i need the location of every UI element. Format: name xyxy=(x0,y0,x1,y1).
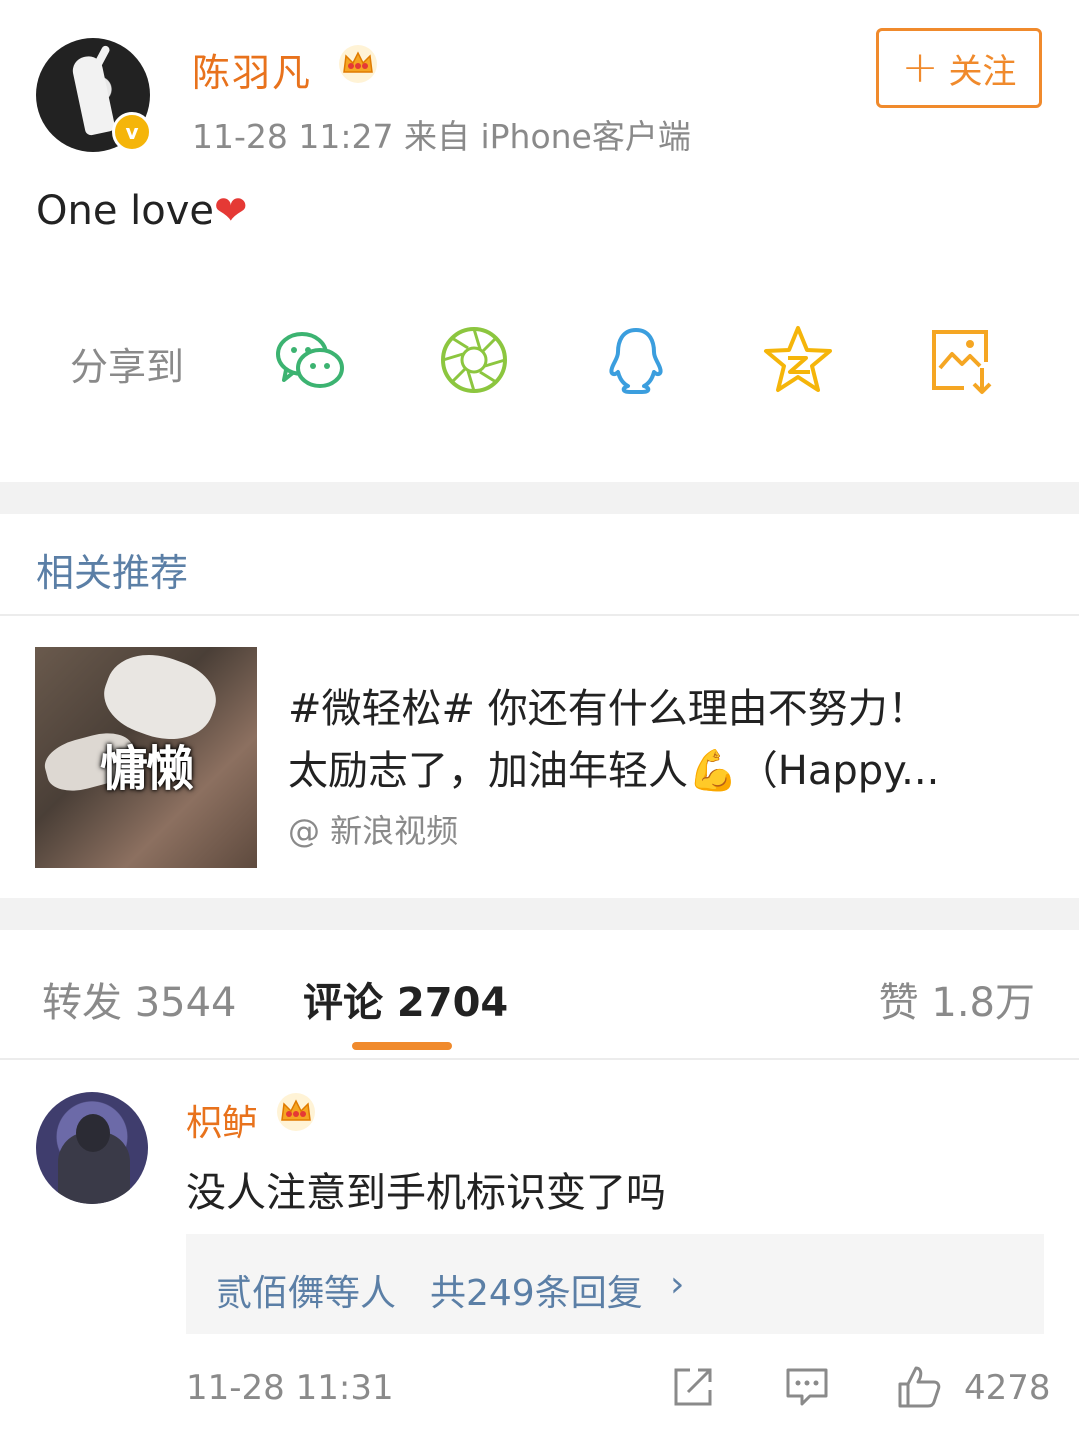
post-text-body: One love xyxy=(36,188,215,234)
active-tab-indicator xyxy=(352,1042,452,1050)
post-text: One love❤ xyxy=(36,188,248,234)
reply-authors: 贰佰儛等人 xyxy=(216,1273,397,1314)
comment-text: 没人注意到手机标识变了吗 xyxy=(186,1170,666,1216)
comment-icon[interactable] xyxy=(784,1364,830,1410)
related-title: 相关推荐 xyxy=(36,551,189,595)
qq-icon[interactable] xyxy=(598,322,674,398)
author-name[interactable]: 陈羽凡 xyxy=(192,42,312,97)
like-count: 4278 xyxy=(964,1368,1051,1408)
verified-badge-icon: v xyxy=(112,112,152,152)
replies-link[interactable]: 贰佰儛等人 共249条回复 › xyxy=(186,1234,1044,1334)
divider-line xyxy=(0,1058,1079,1060)
related-source: @ 新浪视频 xyxy=(288,812,459,850)
heart-icon: ❤ xyxy=(214,188,248,234)
comment-time: 11-28 11:31 xyxy=(186,1368,394,1408)
related-title-line1[interactable]: #微轻松# 你还有什么理由不努力！ xyxy=(288,676,928,734)
section-divider xyxy=(0,898,1079,930)
thumbs-up-icon[interactable] xyxy=(896,1364,942,1410)
thumbnail-caption: 慵懒 xyxy=(99,741,194,797)
tab-repost[interactable]: 转发 3544 xyxy=(42,970,237,1028)
moments-icon[interactable] xyxy=(436,322,512,398)
related-thumbnail[interactable]: 慵懒 xyxy=(35,647,257,868)
wechat-icon[interactable] xyxy=(272,322,348,398)
crown-icon xyxy=(339,45,377,83)
share-icon[interactable] xyxy=(670,1364,716,1410)
crown-icon xyxy=(277,1093,315,1131)
qzone-icon[interactable] xyxy=(760,322,836,398)
follow-label: 关注 xyxy=(948,51,1017,92)
divider-line xyxy=(0,614,1079,616)
related-title-line2[interactable]: 太励志了，加油年轻人💪（Happy... xyxy=(288,738,939,796)
commenter-avatar[interactable] xyxy=(36,1092,148,1204)
commenter-name[interactable]: 枳鲈 xyxy=(186,1094,258,1146)
chevron-right-icon: › xyxy=(670,1264,685,1305)
section-divider xyxy=(0,482,1079,514)
follow-button[interactable]: + 关注 xyxy=(876,28,1042,108)
save-image-icon[interactable] xyxy=(924,322,1000,398)
share-label: 分享到 xyxy=(70,345,185,389)
reply-count: 共249条回复 xyxy=(430,1273,643,1314)
plus-icon: + xyxy=(901,42,939,93)
post-meta: 11-28 11:27 来自 iPhone客户端 xyxy=(192,117,691,156)
tab-like[interactable]: 赞 1.8万 xyxy=(879,970,1035,1028)
tab-comment[interactable]: 评论 2704 xyxy=(303,970,508,1028)
